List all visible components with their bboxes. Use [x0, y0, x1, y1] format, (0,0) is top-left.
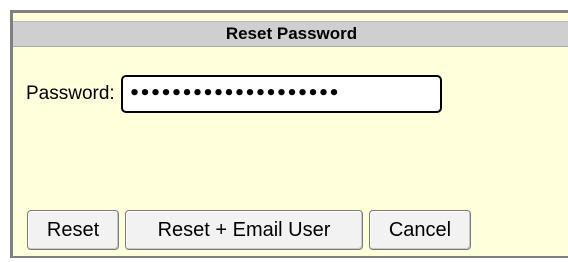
button-row: Reset Reset + Email User Cancel — [27, 210, 471, 250]
password-field[interactable]: •••••••••••••••••••• — [120, 75, 442, 113]
reset-email-user-button[interactable]: Reset + Email User — [125, 210, 363, 250]
password-label: Password: — [26, 83, 115, 104]
reset-password-dialog: Reset Password Password: •••••••••••••••… — [10, 10, 568, 258]
cancel-button[interactable]: Cancel — [369, 210, 471, 250]
dialog-title: Reset Password — [13, 21, 568, 47]
reset-button[interactable]: Reset — [27, 210, 119, 250]
password-row: Password: •••••••••••••••••••• — [26, 75, 442, 113]
